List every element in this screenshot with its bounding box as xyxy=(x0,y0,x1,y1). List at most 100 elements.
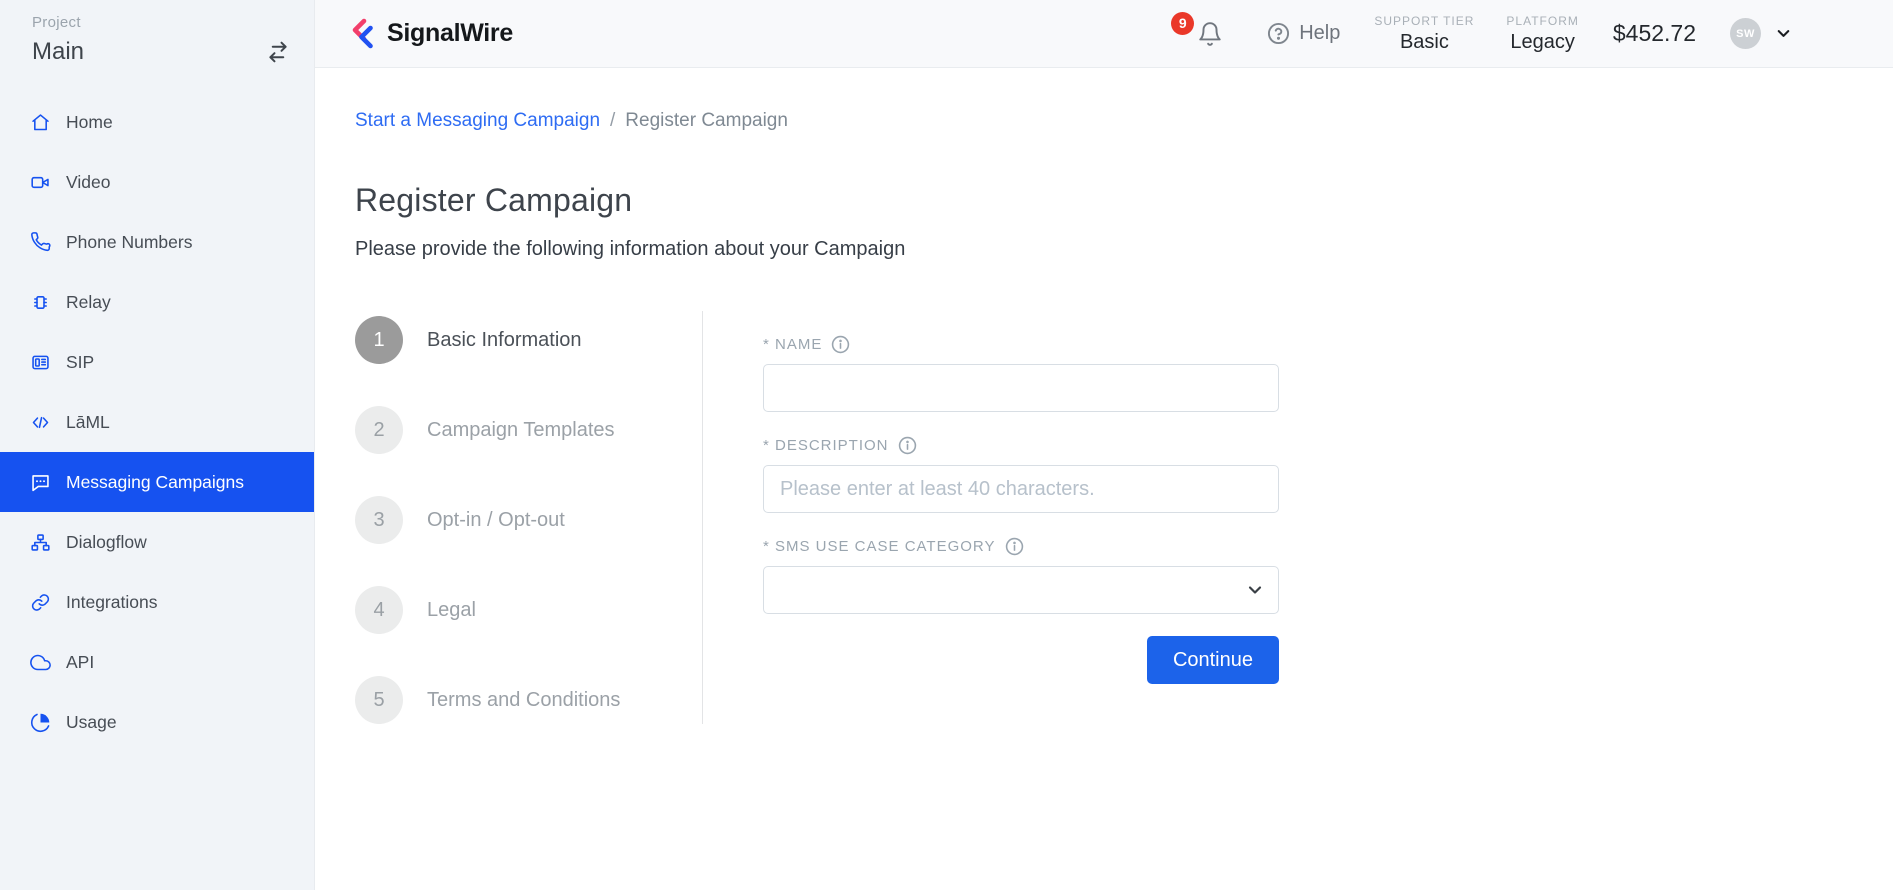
platform-value: Legacy xyxy=(1506,31,1578,54)
header-actions: 9 Help SUPPORT TIER Basic PLATFORM Legac… xyxy=(1197,14,1893,54)
continue-button[interactable]: Continue xyxy=(1147,636,1279,684)
info-icon xyxy=(898,436,917,455)
step-list: 1 Basic Information 2 Campaign Templates… xyxy=(355,316,620,766)
question-circle-icon xyxy=(1267,22,1290,45)
sidebar-item-label: Usage xyxy=(66,712,117,733)
support-tier: SUPPORT TIER Basic xyxy=(1374,14,1474,54)
form-actions: Continue xyxy=(763,636,1279,684)
steps-form-divider xyxy=(702,311,703,724)
sidebar-item-dialogflow[interactable]: Dialogflow xyxy=(0,512,314,572)
cloud-icon xyxy=(30,652,51,673)
step-campaign-templates[interactable]: 2 Campaign Templates xyxy=(355,406,620,454)
user-menu-chevron-icon[interactable] xyxy=(1774,24,1793,43)
notifications-button[interactable]: 9 xyxy=(1197,21,1223,47)
sms-category-select-wrap xyxy=(763,566,1279,614)
page-title: Register Campaign xyxy=(355,182,632,219)
sidebar-item-label: Video xyxy=(66,172,110,193)
step-terms-and-conditions[interactable]: 5 Terms and Conditions xyxy=(355,676,620,724)
sidebar-item-home[interactable]: Home xyxy=(0,92,314,152)
step-basic-information[interactable]: 1 Basic Information xyxy=(355,316,620,364)
sms-category-label-text: * SMS USE CASE CATEGORY xyxy=(763,538,996,555)
swap-arrows-icon xyxy=(264,38,292,66)
sidebar: Project Main Home Video Phone Numbers Re… xyxy=(0,0,315,890)
signalwire-logo-icon xyxy=(347,16,377,52)
phone-icon xyxy=(30,232,51,253)
support-tier-label: SUPPORT TIER xyxy=(1374,14,1474,28)
step-legal[interactable]: 4 Legal xyxy=(355,586,620,634)
sidebar-item-messaging-campaigns[interactable]: Messaging Campaigns xyxy=(0,452,314,512)
avatar[interactable]: SW xyxy=(1730,18,1761,49)
step-number: 1 xyxy=(355,316,403,364)
breadcrumb-link[interactable]: Start a Messaging Campaign xyxy=(355,110,600,132)
step-label: Campaign Templates xyxy=(427,419,615,442)
help-button[interactable]: Help xyxy=(1267,22,1340,45)
step-number: 2 xyxy=(355,406,403,454)
project-label: Project xyxy=(32,14,84,31)
breadcrumb-separator: / xyxy=(610,110,615,132)
sidebar-item-label: Dialogflow xyxy=(66,532,147,553)
link-icon xyxy=(30,592,51,613)
breadcrumb: Start a Messaging Campaign / Register Ca… xyxy=(355,110,788,132)
step-label: Terms and Conditions xyxy=(427,689,620,712)
chip-icon xyxy=(30,292,51,313)
name-input[interactable] xyxy=(763,364,1279,412)
page-subtitle: Please provide the following information… xyxy=(355,238,905,261)
notification-badge: 9 xyxy=(1171,12,1194,35)
home-icon xyxy=(30,112,51,133)
step-number: 5 xyxy=(355,676,403,724)
breadcrumb-current: Register Campaign xyxy=(625,110,788,132)
desk-phone-icon xyxy=(30,352,51,373)
step-label: Opt-in / Opt-out xyxy=(427,509,565,532)
sidebar-item-laml[interactable]: LāML xyxy=(0,392,314,452)
step-number: 3 xyxy=(355,496,403,544)
description-field-label: * DESCRIPTION xyxy=(763,436,1279,455)
register-campaign-form: * NAME * DESCRIPTION * SMS USE CASE CATE… xyxy=(763,335,1279,684)
project-name: Main xyxy=(32,38,84,66)
step-number: 4 xyxy=(355,586,403,634)
sidebar-item-label: SIP xyxy=(66,352,94,373)
platform: PLATFORM Legacy xyxy=(1506,14,1578,54)
sidebar-item-usage[interactable]: Usage xyxy=(0,692,314,752)
brand-name: SignalWire xyxy=(387,19,513,48)
code-icon xyxy=(30,412,51,433)
sidebar-item-label: API xyxy=(66,652,94,673)
support-tier-value: Basic xyxy=(1374,31,1474,54)
info-icon xyxy=(831,335,850,354)
sms-use-case-select[interactable] xyxy=(763,566,1279,614)
sidebar-item-label: LāML xyxy=(66,412,110,433)
sidebar-item-label: Home xyxy=(66,112,113,133)
bell-icon xyxy=(1197,21,1223,47)
sidebar-item-video[interactable]: Video xyxy=(0,152,314,212)
top-header: SignalWire 9 Help SUPPORT TIER Basic PLA… xyxy=(315,0,1893,68)
name-label-text: * NAME xyxy=(763,336,822,353)
brand-logo[interactable]: SignalWire xyxy=(347,16,513,52)
main-content: Start a Messaging Campaign / Register Ca… xyxy=(315,68,1893,890)
project-swap-button[interactable] xyxy=(264,38,292,66)
name-field-label: * NAME xyxy=(763,335,1279,354)
sidebar-item-sip[interactable]: SIP xyxy=(0,332,314,392)
video-camera-icon xyxy=(30,172,51,193)
account-balance: $452.72 xyxy=(1613,20,1696,47)
chat-bubble-icon xyxy=(30,472,51,493)
sidebar-item-label: Integrations xyxy=(66,592,157,613)
step-label: Basic Information xyxy=(427,329,582,352)
sms-category-field-label: * SMS USE CASE CATEGORY xyxy=(763,537,1279,556)
sidebar-nav: Home Video Phone Numbers Relay SIP LāML … xyxy=(0,92,314,752)
platform-label: PLATFORM xyxy=(1506,14,1578,28)
sitemap-icon xyxy=(30,532,51,553)
help-label: Help xyxy=(1299,22,1340,45)
sidebar-item-phone-numbers[interactable]: Phone Numbers xyxy=(0,212,314,272)
step-opt-in-opt-out[interactable]: 3 Opt-in / Opt-out xyxy=(355,496,620,544)
info-icon xyxy=(1005,537,1024,556)
description-label-text: * DESCRIPTION xyxy=(763,437,889,454)
pie-chart-icon xyxy=(30,712,51,733)
step-label: Legal xyxy=(427,599,476,622)
sidebar-item-relay[interactable]: Relay xyxy=(0,272,314,332)
sidebar-item-label: Phone Numbers xyxy=(66,232,192,253)
sidebar-item-api[interactable]: API xyxy=(0,632,314,692)
sidebar-item-label: Messaging Campaigns xyxy=(66,472,244,493)
sidebar-item-label: Relay xyxy=(66,292,111,313)
description-input[interactable] xyxy=(763,465,1279,513)
sidebar-item-integrations[interactable]: Integrations xyxy=(0,572,314,632)
project-switcher: Project Main xyxy=(32,14,84,66)
